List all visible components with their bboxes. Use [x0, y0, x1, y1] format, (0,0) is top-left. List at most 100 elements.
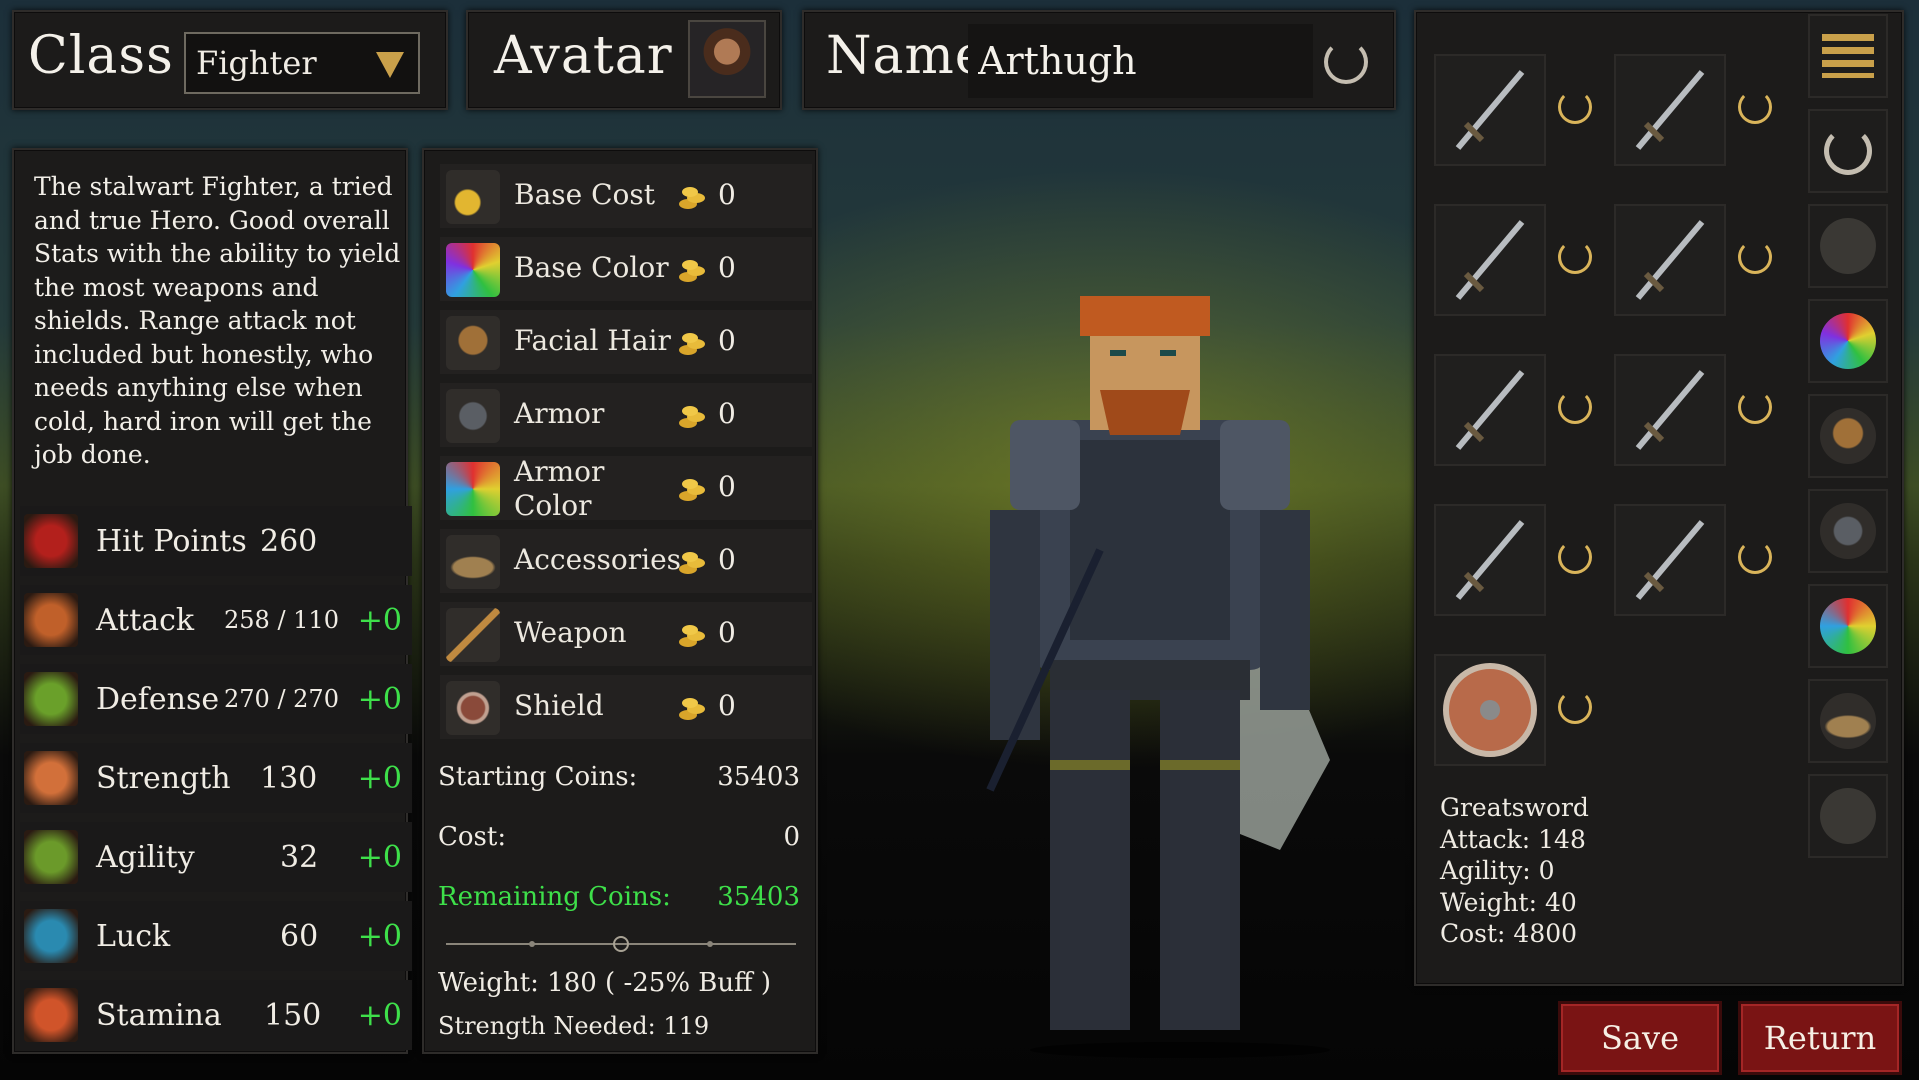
reset-slot-icon[interactable]: [1558, 390, 1592, 424]
crest-shield-button[interactable]: [1808, 774, 1888, 858]
reset-button[interactable]: [1808, 109, 1888, 193]
halberd-icon: [1436, 356, 1544, 464]
cost-row-accessories: Accessories 0: [440, 529, 812, 593]
class-value: Fighter: [196, 44, 317, 82]
reset-slot-icon[interactable]: [1738, 540, 1772, 574]
color-wheel-icon: [446, 243, 500, 297]
cost-panel: Base Cost 0 Base Color 0 Facial Hair 0 Armor 0 A…: [422, 148, 818, 1054]
item-weight: Weight: 40: [1440, 887, 1577, 917]
stat-bonus: +0: [357, 681, 402, 717]
avatar-panel: Avatar: [466, 10, 782, 110]
menu-icon: [1822, 34, 1874, 78]
weapon-slot[interactable]: [1434, 204, 1546, 316]
stat-name: Luck: [96, 918, 171, 954]
reset-icon: [1824, 127, 1872, 175]
body-button[interactable]: [1808, 204, 1888, 288]
body-icon: [1820, 218, 1876, 274]
starting-coins-value: 35403: [717, 762, 800, 792]
coins-icon: [678, 257, 708, 283]
class-label: Class: [28, 26, 174, 86]
randomize-name-icon[interactable]: [1324, 40, 1368, 84]
weapon-slot[interactable]: [1434, 504, 1546, 616]
equipment-panel: Greatsword Attack: 148 Agility: 0 Weight…: [1414, 10, 1904, 986]
menu-button[interactable]: [1808, 14, 1888, 98]
warhammer-icon: [1616, 506, 1724, 614]
coins-icon: [446, 170, 500, 224]
cost-row-armor-color: Armor Color 0: [440, 455, 812, 522]
return-button[interactable]: Return: [1738, 1001, 1902, 1075]
hat-icon: [446, 535, 500, 589]
cost-row-facial-hair: Facial Hair 0: [440, 310, 812, 374]
weapon-slot[interactable]: [1434, 54, 1546, 166]
mace-icon: [1616, 356, 1724, 464]
reset-slot-icon[interactable]: [1558, 90, 1592, 124]
class-dropdown[interactable]: Fighter: [184, 32, 420, 94]
class-info-panel: The stalwart Fighter, a tried and true H…: [12, 148, 412, 1054]
reset-slot-icon[interactable]: [1738, 240, 1772, 274]
stat-bonus: +0: [357, 760, 402, 796]
stat-row: Attack 258 / 110 +0: [20, 585, 412, 655]
cost-label: Cost:: [438, 822, 507, 852]
reset-slot-icon[interactable]: [1558, 240, 1592, 274]
cost-value: 0: [718, 616, 736, 649]
cost-value: 0: [718, 543, 736, 576]
round-shield-icon: [1436, 656, 1544, 764]
weapon-slot[interactable]: [1614, 54, 1726, 166]
reset-slot-icon[interactable]: [1738, 390, 1772, 424]
reset-slot-icon[interactable]: [1558, 690, 1592, 724]
cost-row-shield: Shield 0: [440, 675, 812, 739]
hat-button[interactable]: [1808, 679, 1888, 763]
armor-icon: [446, 389, 500, 443]
stat-row: Stamina 150 +0: [20, 980, 412, 1050]
armor-button[interactable]: [1808, 489, 1888, 573]
reset-slot-icon[interactable]: [1558, 540, 1592, 574]
stat-name: Agility: [96, 839, 195, 875]
weapon-slot[interactable]: [1434, 654, 1546, 766]
name-panel: Name: [802, 10, 1396, 110]
longsword-icon: [1616, 56, 1724, 164]
shield-icon: [446, 681, 500, 735]
item-cost: Cost: 4800: [1440, 919, 1578, 948]
stat-value: 150: [264, 997, 322, 1033]
cost-value: 0: [718, 251, 736, 284]
cost-label: Accessories: [514, 543, 682, 576]
beard-button[interactable]: [1808, 394, 1888, 478]
character-preview[interactable]: [950, 290, 1390, 1060]
beard-icon: [446, 316, 500, 370]
fist-icon: [24, 751, 78, 805]
stat-value: 270 / 270: [224, 685, 339, 713]
cost-row-weapon: Weapon 0: [440, 602, 812, 666]
cost-value: 0: [718, 689, 736, 722]
name-label: Name: [826, 26, 987, 86]
stat-row: Luck 60 +0: [20, 901, 412, 971]
name-input[interactable]: [968, 24, 1313, 98]
reset-slot-icon[interactable]: [1738, 90, 1772, 124]
remaining-coins-value: 35403: [717, 882, 800, 912]
class-panel: Class Fighter: [12, 10, 448, 110]
cost-label: Armor Color: [514, 455, 605, 522]
weapon-slot[interactable]: [1434, 354, 1546, 466]
avatar-label: Avatar: [494, 26, 673, 86]
stat-bonus: +0: [357, 602, 402, 638]
weapon-slot[interactable]: [1614, 204, 1726, 316]
color-wheel-button[interactable]: [1808, 299, 1888, 383]
stat-value: 60: [280, 918, 319, 954]
coins-icon: [678, 330, 708, 356]
cost-label: Shield: [514, 689, 604, 722]
armor-icon: [1820, 503, 1876, 559]
stat-value: 260: [260, 523, 318, 559]
coins-icon: [678, 184, 708, 210]
cost-value: 0: [783, 822, 800, 852]
burst-icon: [24, 988, 78, 1042]
cost-label: Weapon: [514, 616, 627, 649]
cost-row-armor: Armor 0: [440, 383, 812, 447]
weapon-slot[interactable]: [1614, 504, 1726, 616]
cost-value: 0: [718, 470, 736, 503]
stat-row: Agility 32 +0: [20, 822, 412, 892]
cost-label: Base Cost: [514, 178, 656, 211]
weapon-slot[interactable]: [1614, 354, 1726, 466]
armor-color-button[interactable]: [1808, 584, 1888, 668]
chevron-down-icon: [376, 52, 404, 78]
save-button[interactable]: Save: [1558, 1001, 1722, 1075]
avatar-portrait-button[interactable]: [688, 20, 766, 98]
